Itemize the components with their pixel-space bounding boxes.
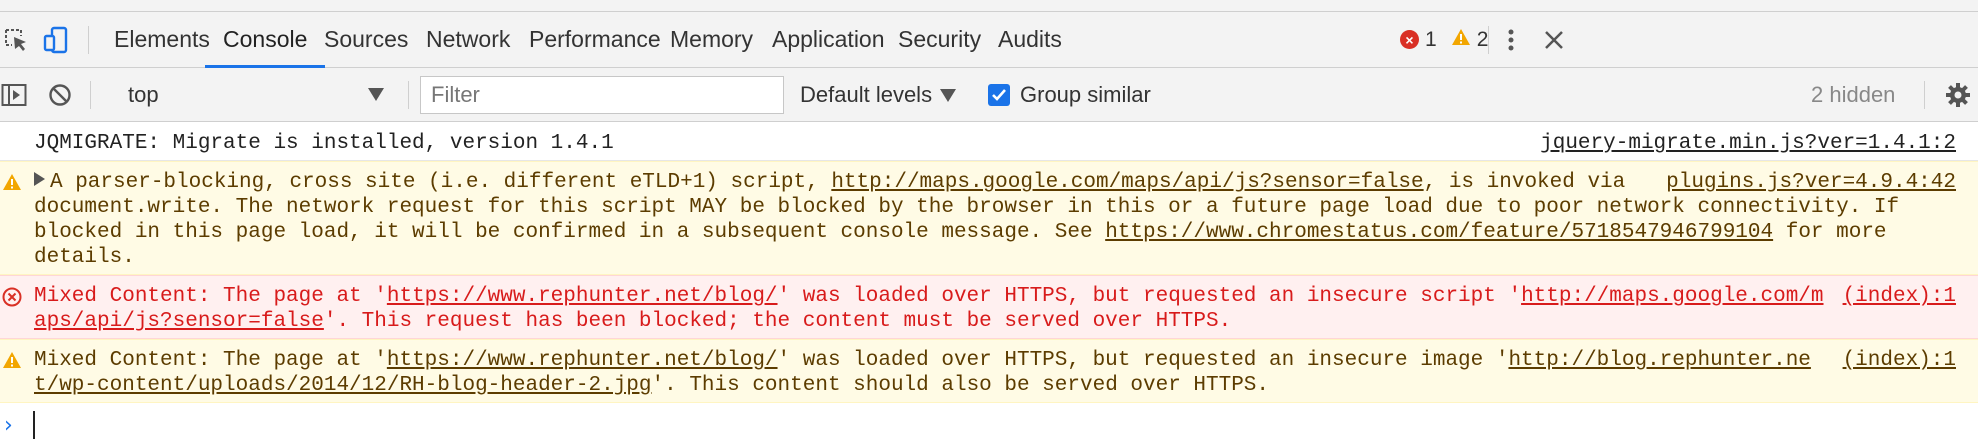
- clear-console-icon[interactable]: [46, 81, 74, 109]
- warning-icon: [1451, 28, 1471, 52]
- message-text: '. This content should also be served ov…: [651, 374, 1270, 397]
- warning-icon: [2, 351, 22, 371]
- issue-counts[interactable]: × 1 2: [1400, 12, 1488, 67]
- log-levels-dropdown[interactable]: Default levels: [800, 68, 957, 122]
- filter-input[interactable]: [420, 76, 784, 114]
- toolbar-divider: [408, 81, 409, 109]
- message-text: ' was loaded over HTTPS, but requested a…: [777, 349, 1509, 372]
- expand-triangle-icon[interactable]: [34, 172, 45, 186]
- console-message-warning: (index):1 Mixed Content: The page at 'ht…: [0, 339, 1978, 403]
- sidebar-toggle-icon[interactable]: [0, 81, 28, 109]
- warning-icon: [2, 173, 22, 193]
- message-source-link[interactable]: jquery-migrate.min.js?ver=1.4.1:2: [1540, 131, 1956, 156]
- text-cursor: [33, 411, 35, 439]
- toolbar-divider: [88, 26, 89, 54]
- console-message-info: jquery-migrate.min.js?ver=1.4.1:2 JQMIGR…: [0, 123, 1978, 161]
- console-messages: jquery-migrate.min.js?ver=1.4.1:2 JQMIGR…: [0, 123, 1978, 403]
- toolbar-divider: [90, 81, 91, 109]
- message-url-link[interactable]: https://www.rephunter.net/blog/: [387, 285, 778, 308]
- checkbox-checked-icon[interactable]: [988, 84, 1010, 106]
- context-value: top: [128, 82, 159, 107]
- chevron-down-icon: [368, 88, 384, 101]
- message-source-link[interactable]: (index):1: [1843, 348, 1956, 373]
- group-similar-label: Group similar: [1020, 82, 1151, 107]
- chevron-down-icon: [940, 88, 957, 102]
- message-text: JQMIGRATE: Migrate is installed, version…: [34, 132, 614, 155]
- error-icon: ×: [1400, 30, 1419, 49]
- gear-icon[interactable]: [1944, 81, 1972, 109]
- error-icon: [2, 287, 22, 307]
- tab-audits[interactable]: Audits: [980, 12, 1080, 67]
- message-text: '. This request has been blocked; the co…: [323, 310, 1232, 333]
- chevron-right-icon: ›: [4, 413, 13, 438]
- warning-count: 2: [1476, 27, 1489, 51]
- group-similar-toggle[interactable]: Group similar: [988, 68, 1151, 122]
- hidden-count: 2 hidden: [1811, 82, 1896, 107]
- message-source-link[interactable]: plugins.js?ver=4.9.4:42: [1666, 170, 1956, 195]
- window-top-strip: [0, 0, 1978, 12]
- context-selector[interactable]: top: [114, 76, 394, 114]
- cursor-arrow-icon[interactable]: [2, 26, 30, 54]
- toolbar-divider: [1488, 26, 1489, 54]
- message-text: A parser-blocking, cross site (i.e. diff…: [50, 171, 832, 194]
- console-message-error: (index):1 Mixed Content: The page at 'ht…: [0, 275, 1978, 339]
- message-source-link[interactable]: (index):1: [1843, 284, 1956, 309]
- device-toggle-icon[interactable]: [42, 26, 70, 54]
- console-filter-bar: top Default levels Group similar 2 hidde…: [0, 68, 1978, 122]
- toolbar-divider: [1924, 81, 1925, 109]
- message-url-link[interactable]: http://maps.google.com/maps/api/js?senso…: [831, 171, 1423, 194]
- close-x-icon[interactable]: [1540, 26, 1568, 54]
- console-prompt[interactable]: ›: [0, 403, 1978, 444]
- message-text: ' was loaded over HTTPS, but requested a…: [777, 285, 1522, 308]
- message-url-link[interactable]: https://www.rephunter.net/blog/: [387, 349, 778, 372]
- message-text: Mixed Content: The page at ': [34, 349, 387, 372]
- devtools-tab-bar: Elements Console Sources Network Perform…: [0, 12, 1978, 68]
- message-url-link[interactable]: https://www.chromestatus.com/feature/571…: [1105, 221, 1773, 244]
- error-count: 1: [1425, 27, 1437, 51]
- message-text: Mixed Content: The page at ': [34, 285, 387, 308]
- vertical-dots-icon[interactable]: [1497, 26, 1525, 54]
- log-levels-label: Default levels: [800, 82, 933, 107]
- console-message-warning: plugins.js?ver=4.9.4:42 A parser-blockin…: [0, 161, 1978, 275]
